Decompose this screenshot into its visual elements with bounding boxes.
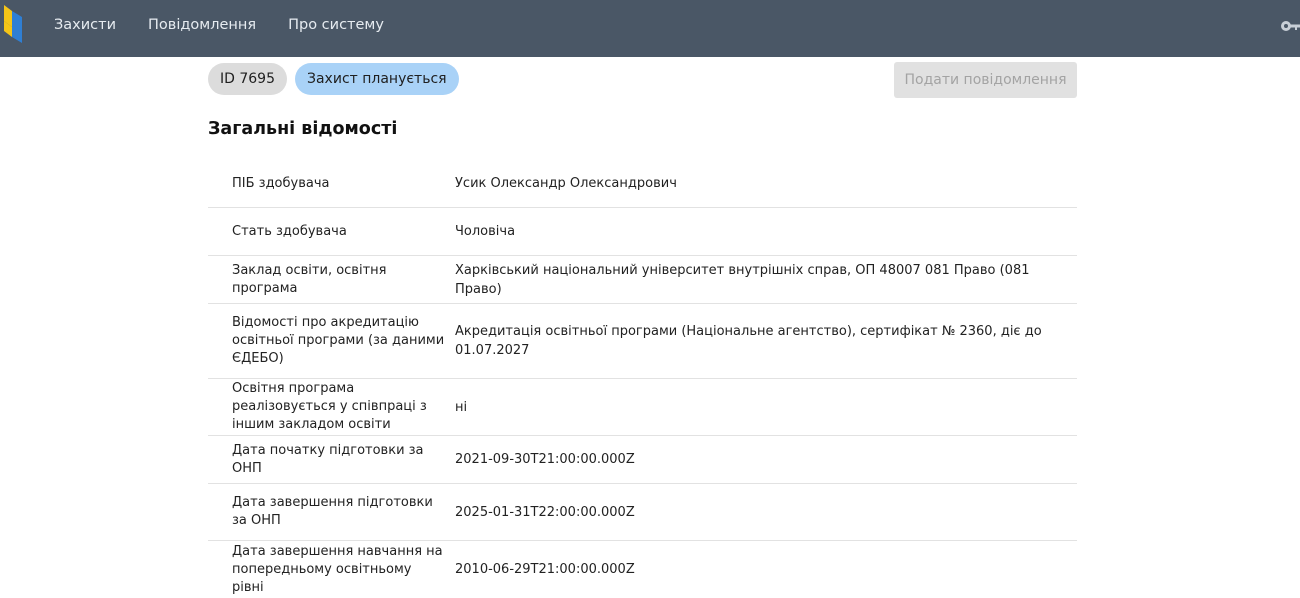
row-label: Дата початку підготовки за ОНП (232, 442, 424, 476)
row-value: Акредитація освітньої програми (Націонал… (455, 324, 1042, 358)
table-row: Відомості про акредитацію освітньої прог… (208, 304, 1077, 379)
nav-item-notifications[interactable]: Повідомлення (148, 17, 256, 33)
row-value: 2025-01-31T22:00:00.000Z (455, 504, 635, 520)
status-badge: Захист планується (295, 63, 459, 95)
row-value: Усик Олександр Олександрович (455, 176, 677, 191)
section-title: Загальні відомості (208, 119, 398, 139)
table-row: Дата початку підготовки за ОНП 2021-09-3… (208, 436, 1077, 484)
row-label: Дата завершення навчання на попередньому… (232, 543, 443, 595)
row-value: 2010-06-29T21:00:00.000Z (455, 562, 635, 577)
top-navigation-bar: Захисти Повідомлення Про систему (0, 0, 1300, 57)
nav-item-about[interactable]: Про систему (288, 17, 384, 33)
table-row: Дата завершення підготовки за ОНП 2025-0… (208, 484, 1077, 541)
row-label: Освітня програма реалізовується у співпр… (232, 381, 427, 432)
main-nav: Захисти Повідомлення Про систему (54, 0, 416, 50)
table-row: Стать здобувача Чоловіча (208, 208, 1077, 256)
general-info-table: ПІБ здобувача Усик Олександр Олександров… (208, 160, 1077, 598)
row-value: Чоловіча (455, 224, 516, 239)
row-value: ні (455, 399, 468, 415)
key-icon[interactable] (1280, 17, 1300, 35)
table-row: Заклад освіти, освітня програма Харківсь… (208, 256, 1077, 304)
table-row: ПІБ здобувача Усик Олександр Олександров… (208, 160, 1077, 208)
row-label: ПІБ здобувача (232, 175, 330, 191)
row-label: Відомості про акредитацію освітньої прог… (232, 315, 445, 366)
logo-icon[interactable] (4, 5, 24, 45)
table-row: Дата завершення навчання на попередньому… (208, 541, 1077, 598)
row-value: Харківський національний університет вну… (455, 262, 1030, 297)
submit-notification-button[interactable]: Подати повідомлення (894, 62, 1077, 98)
row-label: Заклад освіти, освітня програма (232, 262, 387, 296)
row-value: 2021-09-30T21:00:00.000Z (455, 452, 635, 467)
row-label: Дата завершення підготовки за ОНП (232, 495, 433, 528)
id-badge: ID 7695 (208, 63, 287, 95)
record-badges: ID 7695 Захист планується (208, 63, 459, 95)
table-row: Освітня програма реалізовується у співпр… (208, 379, 1077, 436)
nav-item-defenses[interactable]: Захисти (54, 17, 116, 33)
row-label: Стать здобувача (232, 223, 347, 239)
